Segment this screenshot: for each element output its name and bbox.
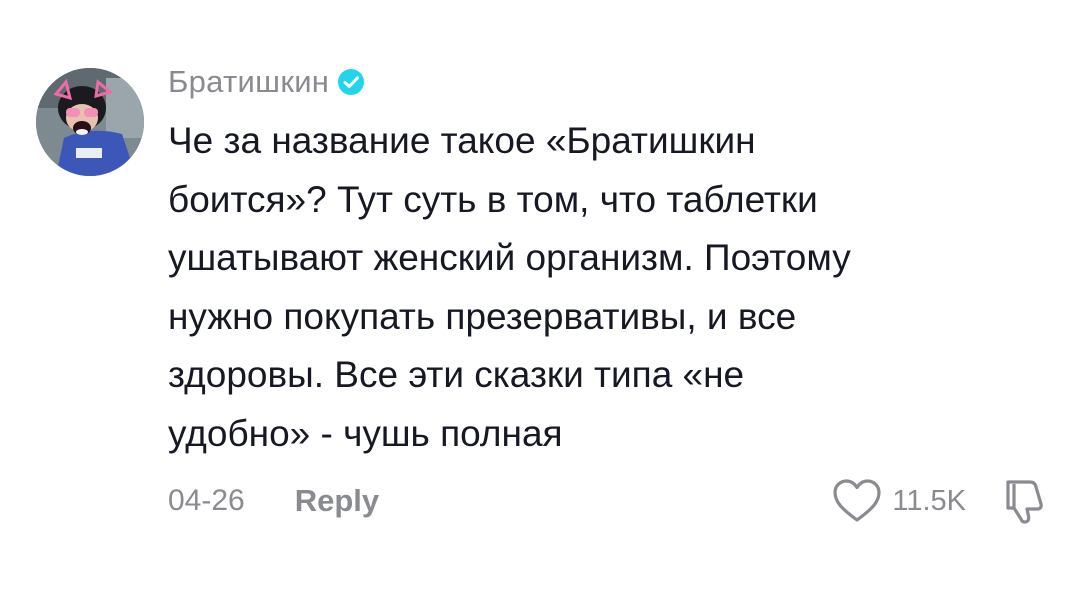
- reply-button[interactable]: Reply: [295, 483, 379, 519]
- comment-meta: 04-26 Reply: [168, 478, 379, 524]
- like-count: 11.5K: [892, 484, 966, 517]
- comment-actions: 11.5K: [832, 474, 1048, 528]
- comment-text-line: ушатывают женский организм. Поэтому: [168, 237, 851, 278]
- comment-date: 04-26: [168, 484, 245, 517]
- avatar[interactable]: [36, 68, 144, 176]
- verified-badge-icon: [338, 69, 365, 95]
- comment-item: Братишкин Че за название такое «Братишки…: [0, 0, 1080, 590]
- comment-text-line: здоровы. Все эти сказки типа «не: [168, 354, 745, 395]
- comment-text-line: удобно» - чушь полная: [168, 412, 563, 454]
- comment-text-line: боится»? Тут суть в том, что таблетки: [168, 178, 818, 220]
- dislike-button[interactable]: [1000, 476, 1048, 526]
- username[interactable]: Братишкин: [168, 64, 329, 100]
- comment-text-line: Че за название такое «Братишкин: [168, 120, 756, 161]
- thumbs-down-outline-icon: [1006, 480, 1043, 524]
- comment-text: Че за название такое «Братишкин боится»? …: [168, 112, 1048, 463]
- avatar-image: [36, 68, 144, 176]
- like-button[interactable]: 11.5K: [832, 478, 966, 524]
- heart-outline-icon: [833, 479, 881, 522]
- comment-text-line: нужно покупать презервативы, и все: [168, 295, 797, 337]
- username-row: Братишкин: [168, 60, 365, 104]
